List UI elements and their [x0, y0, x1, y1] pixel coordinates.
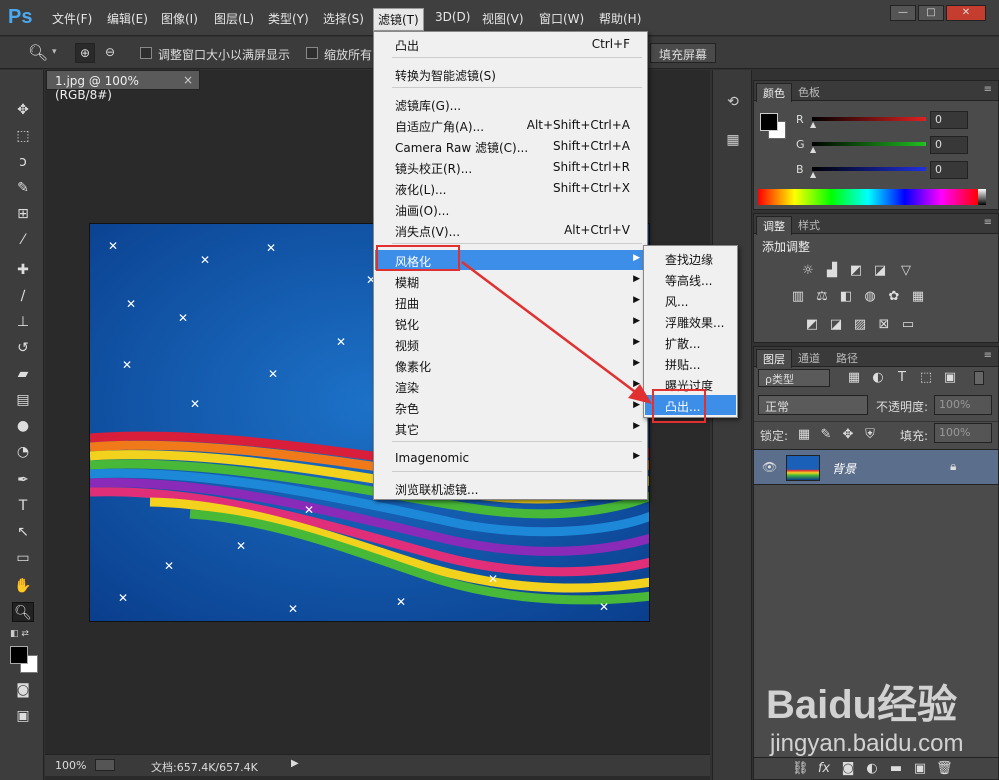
color-foreground-swatch[interactable] — [760, 113, 778, 131]
watermark-brand: Baidu经验 — [766, 683, 958, 727]
annotation-arrow — [461, 261, 652, 404]
foreground-color-swatch[interactable] — [10, 646, 28, 664]
watermark-url: jingyan.baidu.com — [770, 730, 964, 757]
